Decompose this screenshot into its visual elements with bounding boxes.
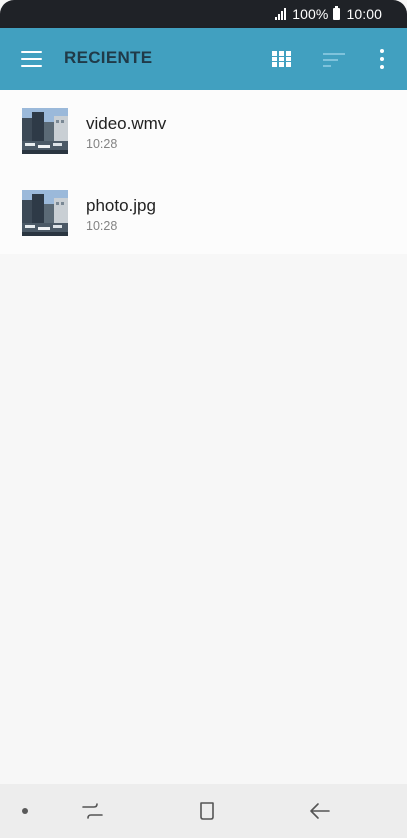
status-bar: 100% 10:00: [0, 0, 407, 28]
file-time: 10:28: [86, 137, 118, 151]
file-list: video.wmv 10:28 photo.jpg 10:28: [0, 90, 407, 254]
battery-icon: [333, 6, 341, 20]
signal-icon: [275, 8, 287, 20]
menu-icon[interactable]: [21, 50, 43, 68]
sort-icon[interactable]: [323, 52, 345, 68]
status-indicators: 100% 10:00: [275, 5, 382, 23]
battery-percent: 100%: [292, 6, 329, 22]
page-title: RECIENTE: [64, 48, 153, 67]
back-icon[interactable]: [305, 798, 335, 824]
file-time: 10:28: [86, 219, 118, 233]
image-thumbnail: [22, 108, 68, 154]
image-thumbnail: [22, 190, 68, 236]
list-item[interactable]: video.wmv 10:28: [0, 90, 407, 170]
navigation-bar: [0, 784, 407, 838]
file-name: video.wmv: [86, 114, 167, 133]
file-name: photo.jpg: [86, 196, 156, 215]
grid-view-icon[interactable]: [272, 51, 291, 67]
app-bar: RECIENTE: [0, 28, 407, 90]
list-item[interactable]: photo.jpg 10:28: [0, 172, 407, 252]
clock: 10:00: [346, 6, 382, 22]
home-icon[interactable]: [191, 798, 221, 824]
nav-dot-icon: [22, 808, 28, 814]
more-options-icon[interactable]: [379, 49, 385, 69]
recent-apps-icon[interactable]: [78, 798, 108, 824]
